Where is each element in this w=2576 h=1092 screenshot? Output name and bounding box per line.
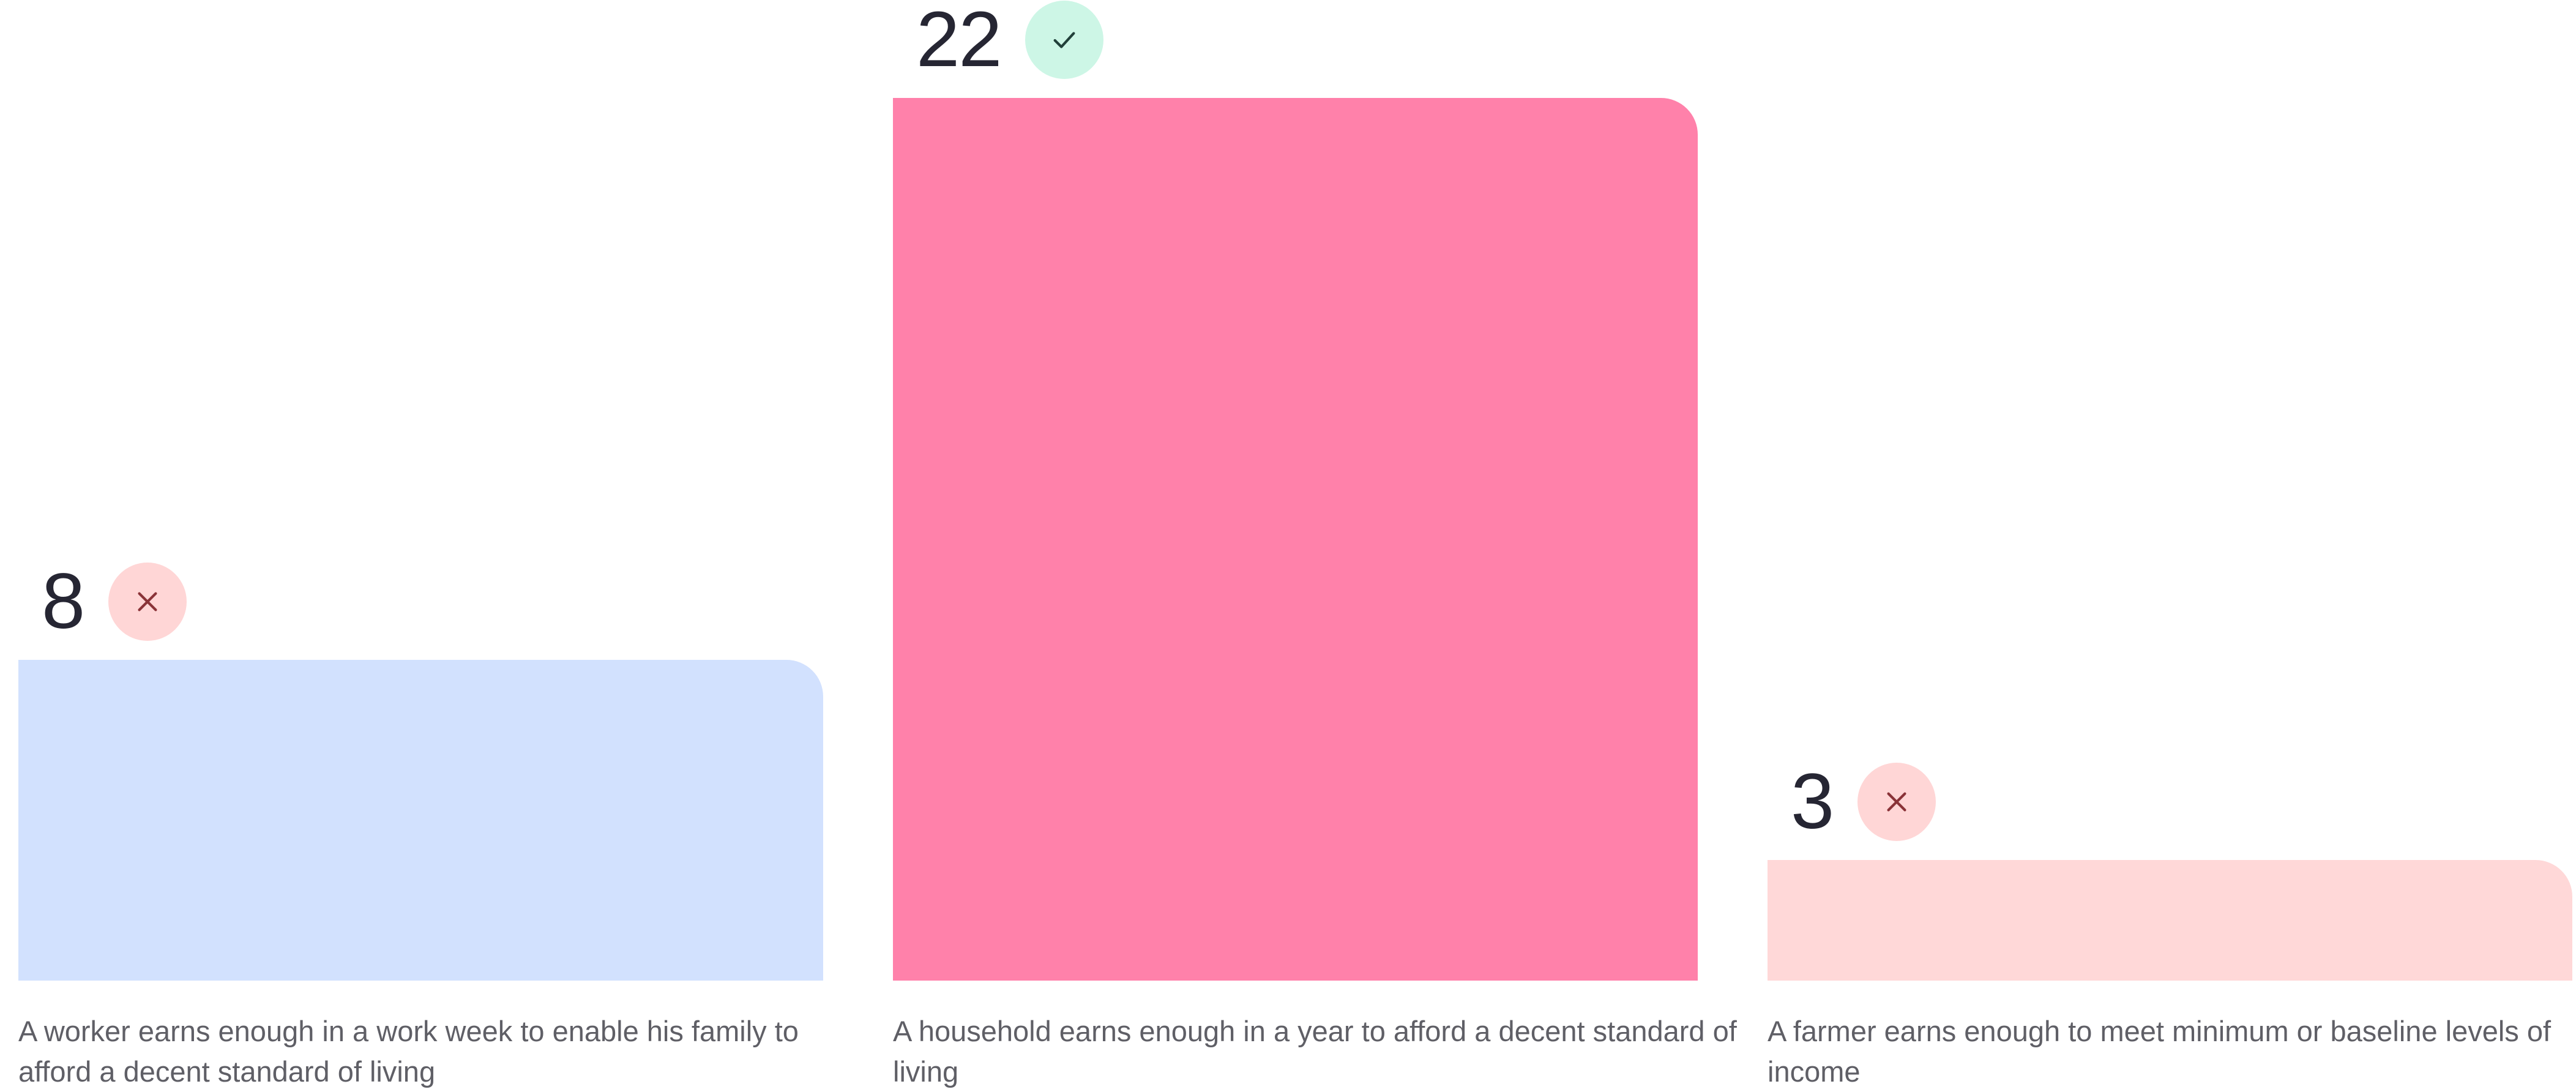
- bar-caption: A worker earns enough in a work week to …: [18, 1015, 799, 1088]
- status-badge: [108, 562, 187, 641]
- bar-chart: 8 A worker earns enough in a work week t…: [0, 0, 2576, 1089]
- close-icon: [1887, 792, 1906, 812]
- status-badge: [1857, 763, 1936, 842]
- status-badge: [1025, 1, 1104, 79]
- value-label: 3: [1791, 758, 1834, 846]
- bar-caption: A farmer earns enough to meet minimum or…: [1768, 1015, 2552, 1088]
- close-icon: [138, 592, 157, 611]
- value-row: 8: [42, 557, 187, 645]
- bar: [893, 98, 1698, 981]
- value-label: 8: [42, 557, 85, 645]
- bar-caption: A household earns enough in a year to af…: [893, 1015, 1737, 1088]
- check-icon: [1053, 32, 1075, 48]
- value-label: 22: [916, 0, 1002, 83]
- bar: [1768, 860, 2572, 981]
- value-row: 22: [916, 0, 1104, 83]
- value-row: 3: [1791, 762, 1936, 842]
- bar: [18, 659, 823, 981]
